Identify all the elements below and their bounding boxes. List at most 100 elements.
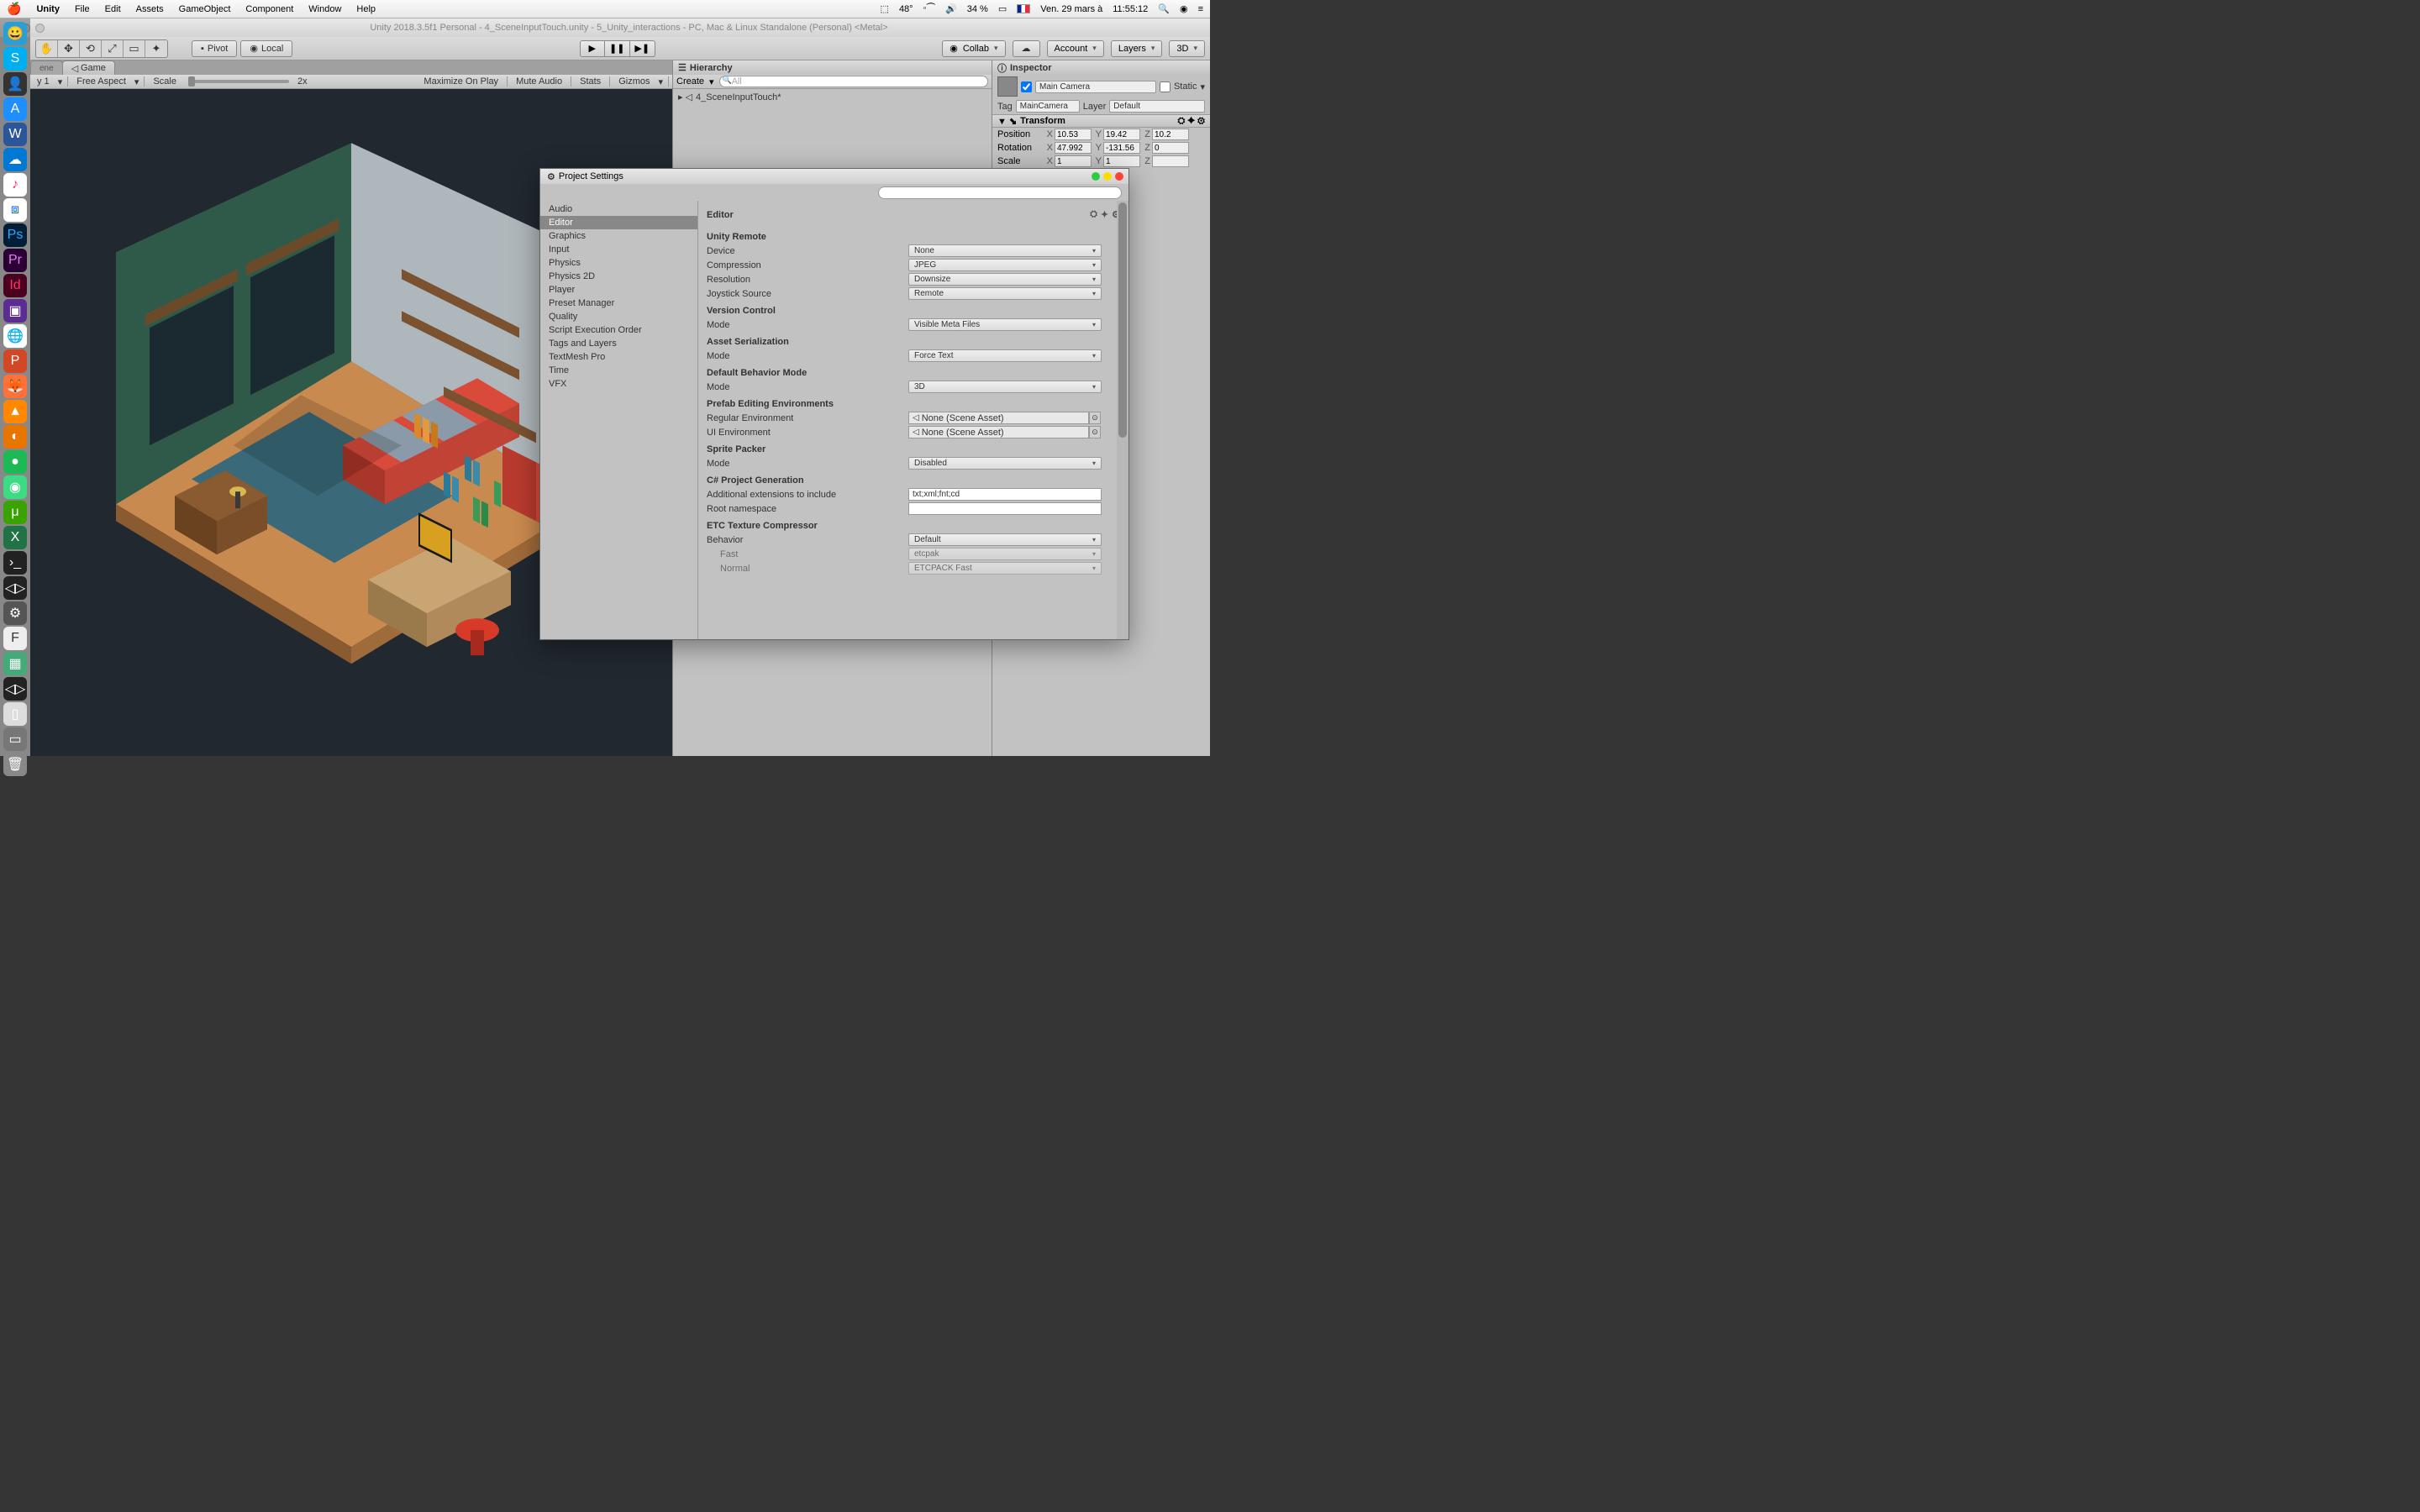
- dock-settings[interactable]: ⚙: [3, 601, 27, 625]
- ps-preset-icon[interactable]: ✦: [1101, 209, 1108, 220]
- menu-assets[interactable]: Assets: [136, 4, 164, 14]
- joystick-dropdown[interactable]: Remote: [908, 287, 1102, 300]
- ps-cat-editor[interactable]: Editor: [540, 216, 697, 229]
- local-toggle[interactable]: ◉Local: [240, 40, 292, 57]
- dock-music[interactable]: ♪: [3, 173, 27, 197]
- dock-unityhub[interactable]: ◁▷: [3, 677, 27, 701]
- csharp-root-input[interactable]: [908, 502, 1102, 515]
- dock-vstudio[interactable]: ▣: [3, 299, 27, 323]
- as-mode-dropdown[interactable]: Force Text: [908, 349, 1102, 362]
- spotlight-icon[interactable]: 🔍: [1158, 3, 1170, 14]
- play-button[interactable]: ▶: [580, 40, 605, 57]
- compression-dropdown[interactable]: JPEG: [908, 259, 1102, 271]
- ps-cat-time[interactable]: Time: [540, 364, 697, 377]
- db-mode-dropdown[interactable]: 3D: [908, 381, 1102, 393]
- ps-cat-physics2d[interactable]: Physics 2D: [540, 270, 697, 283]
- ps-cat-vfx[interactable]: VFX: [540, 377, 697, 391]
- sp-mode-dropdown[interactable]: Disabled: [908, 457, 1102, 470]
- move-tool[interactable]: ✥: [58, 40, 80, 57]
- menu-component[interactable]: Component: [245, 4, 293, 14]
- etc-behavior-dropdown[interactable]: Default: [908, 533, 1102, 546]
- ps-cat-tags-layers[interactable]: Tags and Layers: [540, 337, 697, 350]
- menu-edit[interactable]: Edit: [105, 4, 121, 14]
- ps-cat-player[interactable]: Player: [540, 283, 697, 297]
- hierarchy-tab[interactable]: ☰ Hierarchy: [673, 60, 992, 75]
- dock-chrome[interactable]: 🌐: [3, 324, 27, 348]
- display-dropdown[interactable]: y 1: [34, 76, 53, 87]
- scale-x[interactable]: [1055, 155, 1092, 167]
- dock-word[interactable]: W: [3, 123, 27, 146]
- siri-icon[interactable]: ◉: [1180, 3, 1188, 14]
- dock-app2[interactable]: ▯: [3, 702, 27, 726]
- gizmos-toggle[interactable]: Gizmos: [615, 76, 653, 87]
- transform-tool[interactable]: ✦: [145, 40, 167, 57]
- dock-blender[interactable]: ◐: [3, 425, 27, 449]
- ps-cat-tmp[interactable]: TextMesh Pro: [540, 350, 697, 364]
- dock-font[interactable]: F: [3, 627, 27, 650]
- ui-env-picker[interactable]: ⊙: [1089, 426, 1101, 438]
- collab-button[interactable]: ◉Collab: [942, 40, 1005, 57]
- hand-tool[interactable]: ✋: [36, 40, 58, 57]
- device-dropdown[interactable]: None: [908, 244, 1102, 257]
- wifi-icon[interactable]: ◦⏜: [923, 3, 935, 14]
- project-settings-search[interactable]: [878, 186, 1122, 199]
- scale-y[interactable]: [1103, 155, 1140, 167]
- scale-z[interactable]: [1152, 155, 1189, 167]
- resolution-dropdown[interactable]: Downsize: [908, 273, 1102, 286]
- inspector-tab[interactable]: ⓘ Inspector: [992, 60, 1210, 75]
- stats-toggle[interactable]: Stats: [576, 76, 604, 87]
- step-button[interactable]: ▶❚: [630, 40, 655, 57]
- gameobject-active-checkbox[interactable]: [1021, 81, 1032, 92]
- regular-env-field[interactable]: ◁None (Scene Asset): [908, 412, 1089, 424]
- dock-onedrive[interactable]: ☁: [3, 148, 27, 171]
- apple-menu[interactable]: 🍎: [7, 2, 21, 16]
- ps-cat-input[interactable]: Input: [540, 243, 697, 256]
- dock-android[interactable]: ◉: [3, 475, 27, 499]
- dock-dropbox[interactable]: ⧈: [3, 198, 27, 222]
- layout-dropdown[interactable]: 3D: [1169, 40, 1205, 57]
- tag-dropdown[interactable]: MainCamera: [1016, 100, 1080, 113]
- dock-skype[interactable]: S: [3, 47, 27, 71]
- dock-contacts[interactable]: 👤: [3, 72, 27, 96]
- dock-photoshop[interactable]: Ps: [3, 223, 27, 247]
- dock-firefox[interactable]: 🦊: [3, 375, 27, 398]
- ps-help-icon[interactable]: ⛭: [1090, 209, 1097, 220]
- gameobject-name-field[interactable]: Main Camera: [1035, 81, 1156, 93]
- dock-app1[interactable]: ▦: [3, 652, 27, 675]
- dock-finder[interactable]: 😀: [3, 22, 27, 45]
- menu-gameobject[interactable]: GameObject: [179, 4, 231, 14]
- ui-env-field[interactable]: ◁None (Scene Asset): [908, 426, 1089, 438]
- position-z[interactable]: [1152, 129, 1189, 140]
- transform-component-header[interactable]: ▼ ⬊ Transform⛭ ✦ ⚙: [992, 114, 1210, 128]
- menu-file[interactable]: File: [75, 4, 90, 14]
- volume-icon[interactable]: 🔊: [945, 3, 957, 14]
- dock-indesign[interactable]: Id: [3, 274, 27, 297]
- mute-toggle[interactable]: Mute Audio: [513, 76, 566, 87]
- dock-vlc[interactable]: ▲: [3, 400, 27, 423]
- regular-env-picker[interactable]: ⊙: [1089, 412, 1101, 424]
- dock-powerpoint[interactable]: P: [3, 349, 27, 373]
- menu-help[interactable]: Help: [356, 4, 376, 14]
- rotation-y[interactable]: [1103, 142, 1140, 154]
- dock-premiere[interactable]: Pr: [3, 249, 27, 272]
- ps-window-controls[interactable]: [1092, 172, 1123, 181]
- scale-tool[interactable]: ⤢: [102, 40, 124, 57]
- ps-scrollbar[interactable]: [1117, 201, 1128, 639]
- layer-dropdown[interactable]: Default: [1109, 100, 1205, 113]
- dock-trash[interactable]: 🗑: [3, 753, 27, 776]
- ps-cat-physics[interactable]: Physics: [540, 256, 697, 270]
- static-checkbox[interactable]: [1160, 81, 1171, 92]
- account-dropdown[interactable]: Account: [1047, 40, 1104, 57]
- hierarchy-search[interactable]: All: [719, 76, 988, 87]
- rotation-x[interactable]: [1055, 142, 1092, 154]
- tab-game[interactable]: ◁ Game: [62, 60, 115, 75]
- layers-dropdown[interactable]: Layers: [1111, 40, 1163, 57]
- position-y[interactable]: [1103, 129, 1140, 140]
- dock-terminal[interactable]: ›_: [3, 551, 27, 575]
- position-x[interactable]: [1055, 129, 1092, 140]
- dock-utorrent[interactable]: μ: [3, 501, 27, 524]
- maximize-toggle[interactable]: Maximize On Play: [420, 76, 502, 87]
- project-settings-titlebar[interactable]: ⚙ Project Settings: [540, 169, 1128, 184]
- pause-button[interactable]: ❚❚: [605, 40, 630, 57]
- aspect-dropdown[interactable]: Free Aspect: [73, 76, 129, 87]
